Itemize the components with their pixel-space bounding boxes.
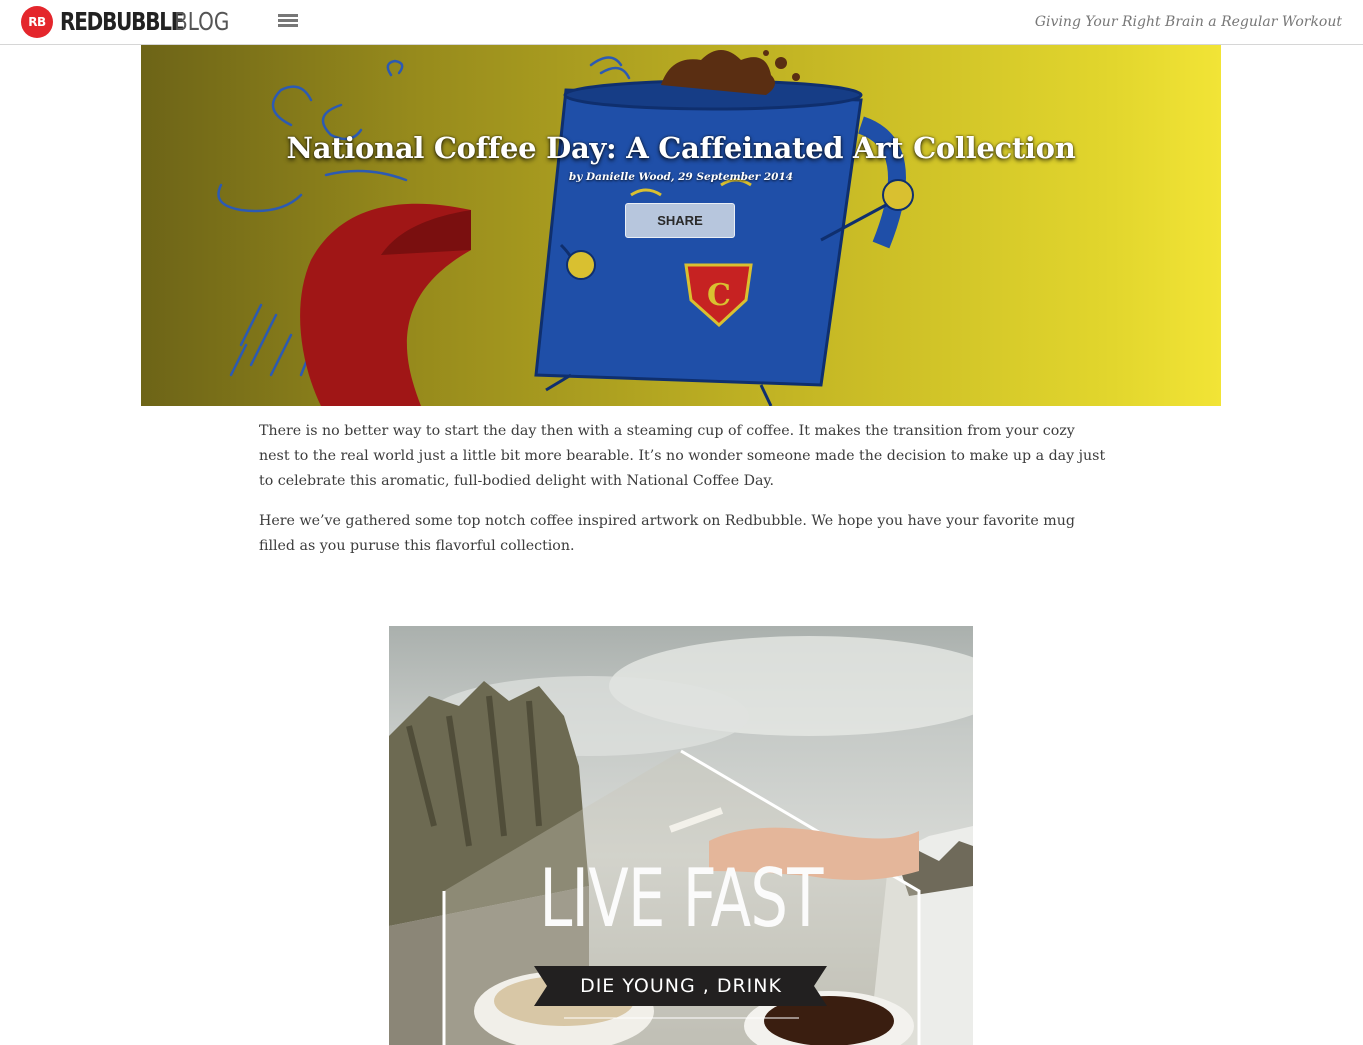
share-button[interactable]: SHARE bbox=[625, 203, 735, 238]
artwork-headline: LIVE FAST bbox=[539, 852, 823, 945]
hamburger-menu-icon[interactable] bbox=[276, 12, 300, 32]
post-title: National Coffee Day: A Caffeinated Art C… bbox=[286, 131, 1076, 165]
logo-badge-text: RB bbox=[28, 15, 46, 29]
article-paragraph: Here we’ve gathered some top notch coffe… bbox=[259, 513, 1075, 554]
shield-letter: C bbox=[707, 278, 731, 313]
logo-blog-label[interactable]: BLOG bbox=[174, 5, 229, 39]
redbubble-logo-icon[interactable]: RB bbox=[21, 6, 53, 38]
site-header: RB REDBUBBLE BLOG Giving Your Right Brai… bbox=[0, 0, 1363, 45]
post-byline: by Danielle Wood, 29 September 2014 bbox=[568, 171, 794, 183]
article-body: There is no better way to start the day … bbox=[259, 419, 1109, 574]
featured-artwork-image[interactable]: LIVE FAST DIE YOUNG , DRINK bbox=[389, 626, 973, 1045]
article-paragraph: There is no better way to start the day … bbox=[259, 423, 1106, 489]
artwork-ribbon-text: DIE YOUNG , DRINK bbox=[580, 975, 782, 997]
logo-wordmark[interactable]: REDBUBBLE bbox=[60, 5, 184, 39]
hero-banner: C National Coffee Day: A Caffeinated Art… bbox=[141, 45, 1221, 406]
site-tagline: Giving Your Right Brain a Regular Workou… bbox=[1034, 14, 1342, 30]
